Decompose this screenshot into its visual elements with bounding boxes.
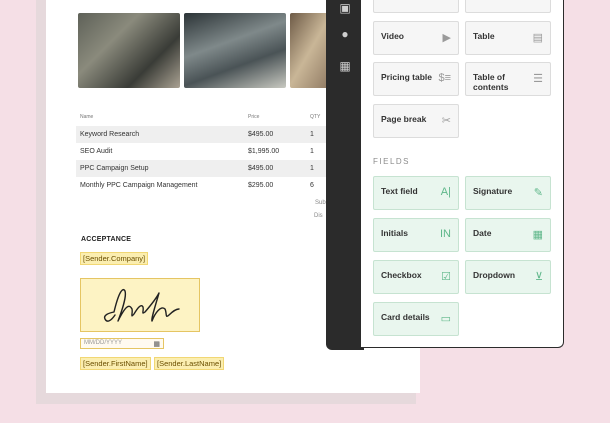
block-label: Table of contents: [473, 72, 509, 92]
signature-image: [103, 288, 180, 322]
video-icon: ▶: [442, 32, 451, 44]
block-label: Table: [473, 31, 495, 41]
table-header-row: Name Price QTY: [76, 113, 352, 126]
sender-company-field[interactable]: [Sender.Company]: [80, 252, 149, 265]
field-card-details[interactable]: Card details ▭: [373, 302, 459, 336]
cell-price: $1,995.00: [248, 148, 280, 155]
signature-icon: ✎: [533, 187, 543, 199]
cell-name: Keyword Research: [76, 126, 244, 143]
photo-office: [290, 13, 330, 88]
photo-data-screens: [184, 13, 286, 88]
photo-team-meeting: [78, 13, 180, 88]
calendar-icon: ▦: [532, 229, 543, 241]
fields-section-title: FIELDS: [373, 157, 411, 166]
block-pricing-table[interactable]: Pricing table $≡: [373, 62, 459, 96]
column-header-price: Price: [248, 114, 260, 120]
field-label: Date: [473, 228, 492, 238]
pricing-table-icon: $≡: [438, 72, 451, 84]
block-video[interactable]: Video ▶: [373, 21, 459, 55]
dropdown-icon: ⊻: [534, 271, 543, 283]
field-label: Text field: [381, 186, 418, 196]
field-checkbox[interactable]: Checkbox ☑: [373, 260, 459, 294]
cell-name: Monthly PPC Campaign Management: [80, 182, 198, 189]
field-label: Dropdown: [473, 270, 516, 280]
discount-label: Dis: [314, 213, 323, 219]
block-table-of-contents[interactable]: Table of contents ☰: [465, 62, 551, 96]
table-row: Monthly PPC Campaign Management $295.00 …: [76, 177, 352, 194]
field-signature[interactable]: Signature ✎: [465, 176, 551, 210]
table-icon: ▤: [532, 32, 543, 44]
field-text-field[interactable]: Text field A|: [373, 176, 459, 210]
block-label: Pricing table: [381, 72, 433, 82]
design-palette-icon[interactable]: ●: [337, 26, 353, 42]
block-label: Video: [381, 31, 404, 41]
block-label: Page break: [381, 114, 427, 124]
signature-field[interactable]: [80, 278, 200, 332]
sender-firstname-field[interactable]: [Sender.FirstName]: [80, 357, 151, 370]
date-field[interactable]: MM/DD/YYYY ▦: [80, 338, 164, 349]
pricing-table: Name Price QTY Keyword Research $495.00 …: [76, 113, 352, 194]
field-label: Signature: [473, 186, 513, 196]
table-of-contents-icon: ☰: [533, 73, 543, 85]
cell-price: $495.00: [244, 126, 306, 143]
editor-side-toolbar: ▣ ● ▦: [326, 0, 364, 350]
field-label: Initials: [381, 228, 408, 238]
field-dropdown[interactable]: Dropdown ⊻: [465, 260, 551, 294]
cell-price: $295.00: [248, 182, 274, 189]
cell-price: $495.00: [244, 160, 306, 177]
checkbox-icon: ☑: [441, 271, 451, 283]
content-blocks-panel: Video ▶ Table ▤ Pricing table $≡ Table o…: [360, 0, 564, 348]
table-row: PPC Campaign Setup $495.00 1: [76, 160, 352, 177]
field-label: Card details: [381, 312, 430, 322]
block-partial-top-right[interactable]: [465, 0, 551, 13]
initials-icon: IN: [440, 228, 451, 240]
text-field-icon: A|: [440, 186, 451, 198]
field-initials[interactable]: Initials IN: [373, 218, 459, 252]
block-partial-top-left[interactable]: [373, 0, 459, 13]
calendar-icon: ▦: [153, 341, 160, 348]
sender-lastname-field[interactable]: [Sender.LastName]: [154, 357, 225, 370]
column-header-name: Name: [80, 114, 94, 120]
acceptance-heading: ACCEPTANCE: [81, 236, 132, 243]
cell-name: SEO Audit: [80, 148, 113, 155]
block-page-break[interactable]: Page break ✂: [373, 104, 459, 138]
page-break-icon: ✂: [441, 115, 451, 127]
cell-name: PPC Campaign Setup: [76, 160, 244, 177]
apps-grid-icon[interactable]: ▦: [337, 58, 353, 74]
subtotal-label: Sub: [315, 200, 326, 206]
field-date[interactable]: Date ▦: [465, 218, 551, 252]
date-placeholder: MM/DD/YYYY: [84, 340, 123, 346]
field-label: Checkbox: [381, 270, 422, 280]
card-icon: ▭: [440, 313, 451, 325]
table-row: Keyword Research $495.00 1: [76, 126, 352, 143]
table-row: SEO Audit $1,995.00 1: [76, 143, 352, 160]
content-library-icon[interactable]: ▣: [337, 0, 353, 16]
block-table[interactable]: Table ▤: [465, 21, 551, 55]
